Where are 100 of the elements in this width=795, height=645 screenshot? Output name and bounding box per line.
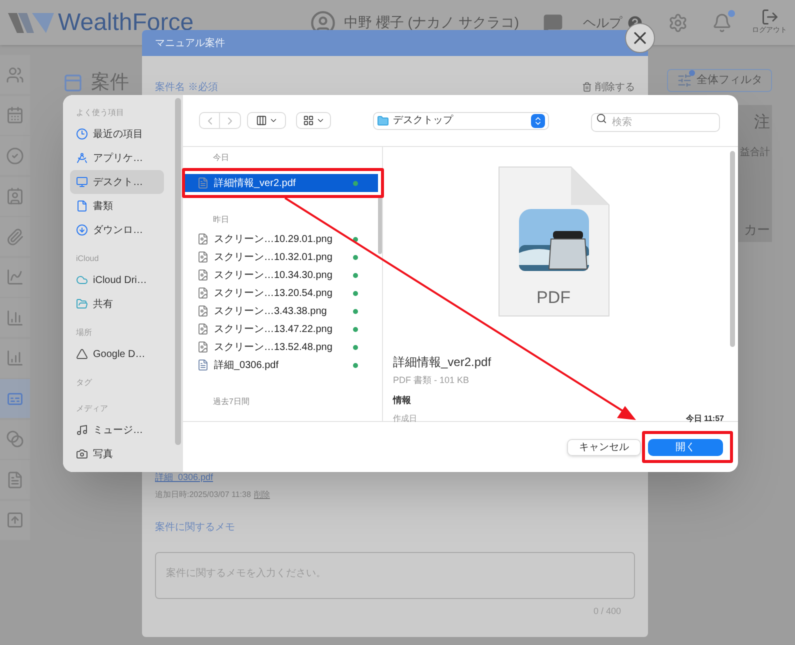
document-icon bbox=[6, 470, 24, 488]
sidebar-heading: よく使う項目 bbox=[75, 107, 125, 119]
nav-item[interactable] bbox=[0, 500, 30, 540]
cancel-button[interactable]: キャンセル bbox=[567, 438, 641, 456]
image-file-icon bbox=[197, 251, 209, 263]
user-name: 中野 櫻子 (ナカノ サクラコ) bbox=[344, 13, 519, 32]
nav-item[interactable] bbox=[0, 379, 30, 418]
nav-item[interactable] bbox=[0, 96, 30, 134]
image-file-icon bbox=[197, 269, 209, 281]
nav-item[interactable] bbox=[0, 55, 30, 94]
filter-icon bbox=[676, 73, 692, 88]
sidebar-item[interactable]: 写真 bbox=[70, 442, 164, 466]
memo-label: 案件に関するメモ bbox=[155, 520, 236, 534]
nav-item[interactable] bbox=[0, 176, 30, 216]
search-icon bbox=[596, 112, 607, 124]
image-file-icon bbox=[197, 323, 209, 335]
monitor-icon bbox=[76, 176, 88, 188]
nav-item[interactable] bbox=[0, 258, 30, 296]
pdf-file-icon bbox=[197, 359, 209, 371]
nav-item[interactable] bbox=[0, 420, 30, 458]
nav-item[interactable] bbox=[0, 298, 30, 337]
image-file-icon bbox=[197, 233, 209, 245]
sidebar-item[interactable]: ダウンロ… bbox=[70, 218, 164, 242]
compass-icon bbox=[76, 152, 88, 164]
image-file-icon bbox=[197, 341, 209, 353]
group-heading: 昨日 bbox=[212, 214, 230, 226]
group-button[interactable] bbox=[296, 112, 331, 129]
sidebar-item[interactable]: 最近の項目 bbox=[70, 122, 164, 146]
file-row[interactable]: スクリーン…10.34.30.png bbox=[183, 266, 378, 284]
sidebar-heading: メディア bbox=[75, 403, 109, 415]
file-row[interactable]: スクリーン…10.32.01.png bbox=[183, 248, 378, 266]
sidebar-item[interactable]: iCloud Dri… bbox=[70, 268, 164, 292]
folder-icon bbox=[377, 114, 389, 126]
field-label: 案件名 ※必須 bbox=[155, 80, 218, 94]
calendar-icon bbox=[6, 106, 24, 124]
created-value: 今日 11:57 bbox=[686, 413, 724, 425]
file-info: PDF 書類 - 101 KB bbox=[393, 374, 470, 387]
sidebar-item[interactable]: ミュージ… bbox=[70, 418, 164, 442]
delete-button[interactable]: 削除する bbox=[582, 80, 635, 94]
updown-icon bbox=[531, 114, 545, 128]
nav-item[interactable] bbox=[0, 460, 30, 499]
rings-icon bbox=[6, 430, 24, 448]
trash-icon bbox=[582, 82, 592, 92]
pdf-label: PDF bbox=[536, 286, 572, 308]
file-row[interactable]: スクリーン…3.43.38.png bbox=[183, 302, 378, 320]
open-button[interactable]: 開く bbox=[648, 438, 723, 456]
view-columns-button[interactable] bbox=[247, 112, 286, 129]
file-row[interactable]: スクリーン…13.20.54.png bbox=[183, 284, 378, 302]
image-file-icon bbox=[197, 305, 209, 317]
folder-icon bbox=[76, 298, 88, 310]
created-label: 作成日 bbox=[393, 413, 417, 425]
chevron-down-icon bbox=[268, 116, 278, 125]
file-row[interactable]: スクリーン…13.47.22.png bbox=[183, 320, 378, 338]
check-circle-icon bbox=[6, 146, 24, 164]
sidebar-item[interactable]: 書類 bbox=[70, 194, 164, 218]
image-file-icon bbox=[197, 287, 209, 299]
nav-item[interactable] bbox=[0, 338, 30, 378]
people-icon bbox=[6, 66, 24, 84]
cloud-icon bbox=[76, 274, 88, 286]
grid-icon bbox=[302, 115, 314, 126]
page-icon bbox=[63, 73, 83, 94]
group-heading: 過去7日間 bbox=[212, 396, 250, 408]
logout-icon bbox=[760, 8, 778, 26]
nav-item[interactable] bbox=[0, 136, 30, 175]
pdf-file-icon bbox=[197, 177, 209, 189]
modal-title: マニュアル案件 bbox=[155, 36, 225, 50]
file-row[interactable]: 詳細情報_ver2.pdf bbox=[183, 174, 378, 192]
download-icon bbox=[76, 224, 88, 236]
camera-icon bbox=[76, 448, 88, 460]
file-row[interactable]: 詳細_0306.pdf bbox=[183, 356, 378, 374]
music-icon bbox=[76, 424, 88, 436]
nav-item[interactable] bbox=[0, 217, 30, 256]
bell-icon[interactable] bbox=[712, 12, 732, 32]
bar-chart-icon bbox=[6, 308, 24, 326]
growth-chart-icon bbox=[6, 349, 24, 367]
location-dropdown[interactable]: デスクトップ bbox=[373, 112, 549, 130]
document-icon bbox=[76, 200, 88, 212]
file-row[interactable]: スクリーン…10.29.01.png bbox=[183, 230, 378, 248]
file-row[interactable]: スクリーン…13.52.48.png bbox=[183, 338, 378, 356]
upload-icon bbox=[6, 511, 24, 529]
sidebar-item[interactable]: アプリケ… bbox=[70, 146, 164, 170]
sidebar-heading: タグ bbox=[75, 377, 93, 389]
sidebar-item[interactable]: デスクト… bbox=[70, 170, 164, 194]
sidebar-item[interactable]: Google D… bbox=[70, 342, 164, 366]
columns-icon bbox=[256, 115, 266, 126]
info-heading: 情報 bbox=[393, 394, 412, 406]
contact-card-icon bbox=[6, 187, 24, 205]
preview-file-name: 詳細情報_ver2.pdf bbox=[393, 354, 492, 371]
paperclip-icon bbox=[6, 228, 24, 246]
search-field[interactable]: 検索 bbox=[591, 112, 720, 132]
chat-icon[interactable] bbox=[543, 12, 563, 32]
sidebar-heading: iCloud bbox=[75, 253, 100, 265]
added-date: 追加日時:2025/03/07 11:38 bbox=[155, 489, 251, 501]
clock-icon bbox=[76, 128, 88, 140]
settings-icon[interactable] bbox=[668, 12, 688, 32]
sidebar-heading: 場所 bbox=[75, 327, 93, 339]
chevron-down-icon bbox=[316, 116, 324, 125]
logo: WealthForce bbox=[58, 8, 194, 38]
sidebar-item[interactable]: 共有 bbox=[70, 292, 164, 316]
logo-icon bbox=[8, 10, 54, 34]
